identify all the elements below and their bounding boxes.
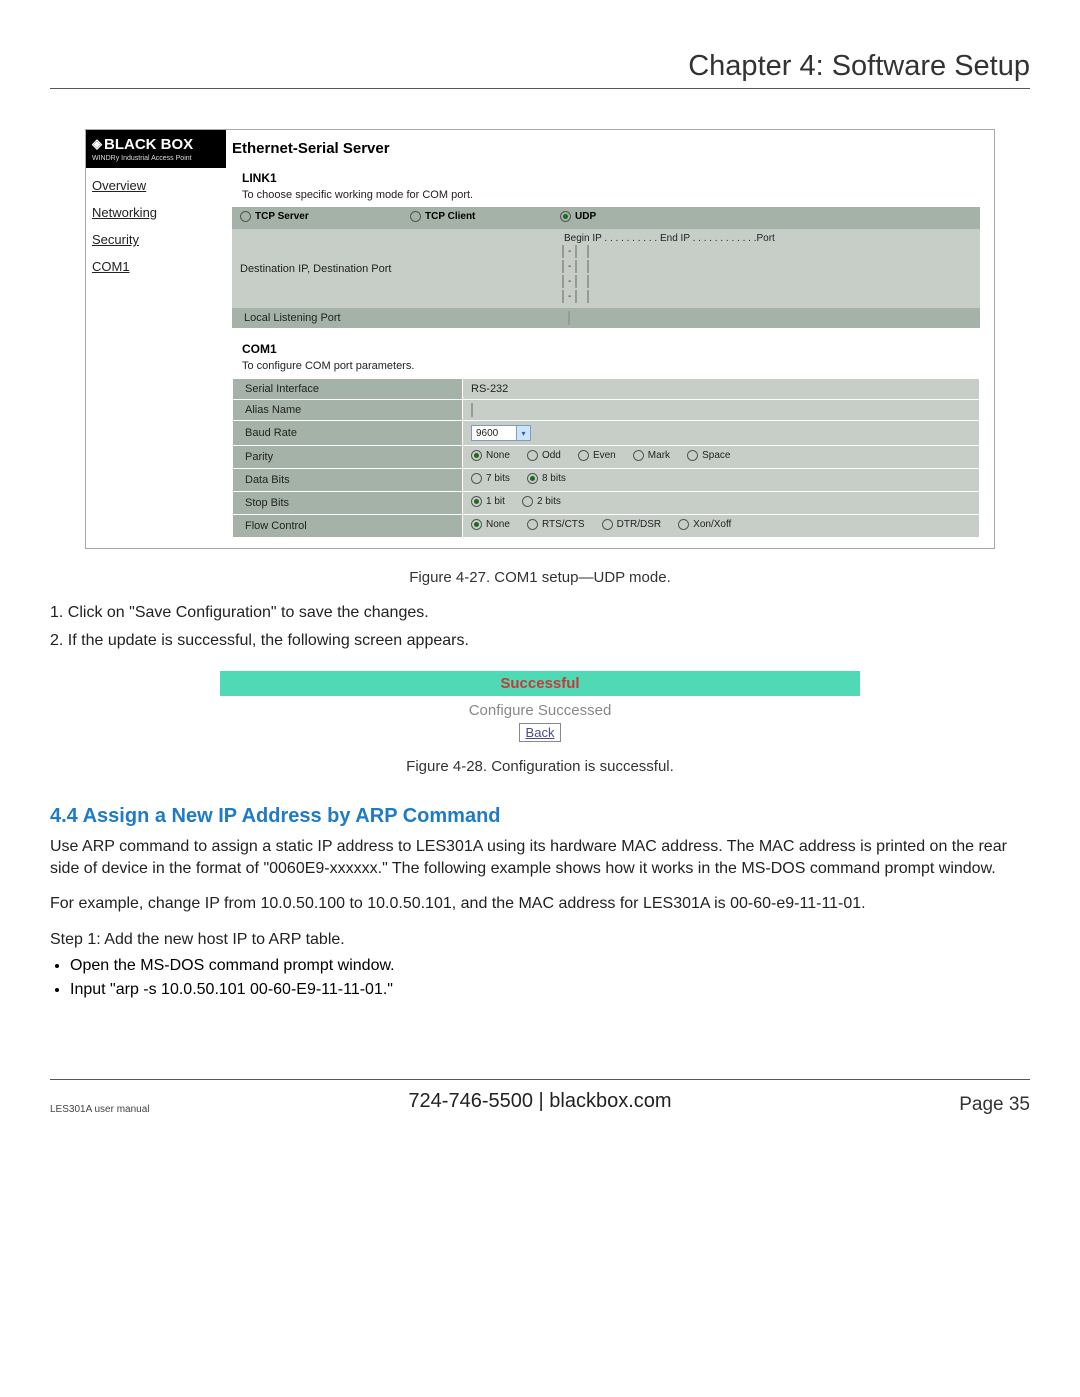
radio-udp[interactable] <box>560 211 571 222</box>
nav-com1[interactable]: COM1 <box>92 259 226 274</box>
success-bar: Successful <box>220 671 860 696</box>
parity-label: Parity <box>233 446 463 469</box>
dest-ip-port-label: Destination IP, Destination Port <box>240 263 391 275</box>
nav-overview[interactable]: Overview <box>92 178 226 193</box>
step-2-text: 2. If the update is successful, the foll… <box>50 630 1030 652</box>
radio-parity-none[interactable] <box>471 450 482 461</box>
footer-left: LES301A user manual <box>50 1104 150 1115</box>
serial-interface-label: Serial Interface <box>233 379 463 400</box>
parity-none-label: None <box>486 450 510 461</box>
local-listening-port-input[interactable] <box>568 311 570 325</box>
footer-center: 724-746-5500 | blackbox.com <box>50 1090 1030 1113</box>
nav-security[interactable]: Security <box>92 232 226 247</box>
radio-2bits[interactable] <box>522 496 533 507</box>
arp-bullet-2: Input "arp -s 10.0.50.101 00-60-E9-11-11… <box>70 981 1030 999</box>
end-ip-2[interactable] <box>575 260 577 273</box>
footer-right: Page 35 <box>959 1094 1030 1116</box>
stopbits-2-label: 2 bits <box>537 496 561 507</box>
ip-columns-header: Begin IP . . . . . . . . . . End IP . . … <box>560 233 972 244</box>
end-ip-1[interactable] <box>575 245 577 258</box>
databits-7-label: 7 bits <box>486 473 510 484</box>
radio-parity-even[interactable] <box>578 450 589 461</box>
data-bits-label: Data Bits <box>233 469 463 492</box>
nav-networking[interactable]: Networking <box>92 205 226 220</box>
link1-desc: To choose specific working mode for COM … <box>242 189 980 201</box>
radio-8bits[interactable] <box>527 473 538 484</box>
radio-fc-rts[interactable] <box>527 519 538 530</box>
figure-27-caption: Figure 4-27. COM1 setup—UDP mode. <box>50 569 1030 586</box>
section-4-4-p1: Use ARP command to assign a static IP ad… <box>50 836 1030 879</box>
radio-fc-none[interactable] <box>471 519 482 530</box>
port-2[interactable] <box>587 260 589 273</box>
parity-odd-label: Odd <box>542 450 561 461</box>
fc-dtr-label: DTR/DSR <box>617 519 661 530</box>
fc-xon-label: Xon/Xoff <box>693 519 731 530</box>
section-4-4-p2: For example, change IP from 10.0.50.100 … <box>50 893 1030 915</box>
logo-text: BLACK BOX <box>104 136 193 153</box>
baud-rate-select[interactable]: 9600 ▾ <box>471 425 531 441</box>
radio-fc-dtr[interactable] <box>602 519 613 530</box>
chevron-down-icon: ▾ <box>516 426 530 440</box>
success-message: Configure Successed <box>226 702 854 719</box>
back-button[interactable]: Back <box>519 723 562 742</box>
databits-8-label: 8 bits <box>542 473 566 484</box>
mode-table: TCP Server TCP Client UDP Destination IP… <box>232 207 980 328</box>
radio-tcp-server[interactable] <box>240 211 251 222</box>
page-footer: LES301A user manual 724-746-5500 | black… <box>50 1079 1030 1113</box>
figure-28-caption: Figure 4-28. Configuration is successful… <box>50 758 1030 775</box>
begin-ip-3[interactable] <box>562 275 564 288</box>
radio-parity-mark[interactable] <box>633 450 644 461</box>
begin-ip-4[interactable] <box>562 290 564 303</box>
parity-space-label: Space <box>702 450 730 461</box>
figure-27-screenshot: ◈BLACK BOX WINDRy Industrial Access Poin… <box>85 129 995 549</box>
radio-fc-xon[interactable] <box>678 519 689 530</box>
chapter-title: Chapter 4: Software Setup <box>50 50 1030 89</box>
end-ip-3[interactable] <box>575 275 577 288</box>
blackbox-logo: ◈BLACK BOX WINDRy Industrial Access Poin… <box>86 130 226 168</box>
panel-title: Ethernet-Serial Server <box>232 140 980 157</box>
mode-tcp-client-label: TCP Client <box>425 211 475 222</box>
local-listening-port-label: Local Listening Port <box>232 308 552 328</box>
alias-name-input[interactable] <box>471 403 473 417</box>
arp-bullet-1: Open the MS-DOS command prompt window. <box>70 957 1030 975</box>
radio-1bit[interactable] <box>471 496 482 507</box>
begin-ip-1[interactable] <box>562 245 564 258</box>
side-nav: Overview Networking Security COM1 <box>86 168 226 274</box>
com1-desc: To configure COM port parameters. <box>242 360 980 372</box>
arp-step1: Step 1: Add the new host IP to ARP table… <box>50 931 345 948</box>
radio-7bits[interactable] <box>471 473 482 484</box>
figure-28-screenshot: Successful Configure Successed Back <box>220 671 860 748</box>
parity-mark-label: Mark <box>648 450 670 461</box>
com1-heading: COM1 <box>242 342 980 356</box>
radio-parity-space[interactable] <box>687 450 698 461</box>
radio-parity-odd[interactable] <box>527 450 538 461</box>
mode-tcp-server-label: TCP Server <box>255 211 309 222</box>
fc-rts-label: RTS/CTS <box>542 519 585 530</box>
step-1-text: 1. Click on "Save Configuration" to save… <box>50 602 1030 624</box>
mode-udp-label: UDP <box>575 211 596 222</box>
fc-none-label: None <box>486 519 510 530</box>
radio-tcp-client[interactable] <box>410 211 421 222</box>
stop-bits-label: Stop Bits <box>233 492 463 515</box>
flow-control-label: Flow Control <box>233 515 463 538</box>
port-1[interactable] <box>587 245 589 258</box>
section-4-4-heading: 4.4 Assign a New IP Address by ARP Comma… <box>50 805 1030 828</box>
begin-ip-2[interactable] <box>562 260 564 273</box>
stopbits-1-label: 1 bit <box>486 496 505 507</box>
baud-rate-label: Baud Rate <box>233 421 463 446</box>
com1-config-table: Serial Interface RS-232 Alias Name Baud … <box>232 378 980 538</box>
parity-even-label: Even <box>593 450 616 461</box>
baud-rate-value: 9600 <box>476 428 498 439</box>
link1-heading: LINK1 <box>242 171 980 185</box>
serial-interface-value: RS-232 <box>463 379 980 400</box>
port-3[interactable] <box>587 275 589 288</box>
end-ip-4[interactable] <box>575 290 577 303</box>
logo-diamond-icon: ◈ <box>92 136 102 152</box>
port-4[interactable] <box>587 290 589 303</box>
logo-tagline: WINDRy Industrial Access Point <box>92 155 220 162</box>
alias-name-label: Alias Name <box>233 400 463 421</box>
